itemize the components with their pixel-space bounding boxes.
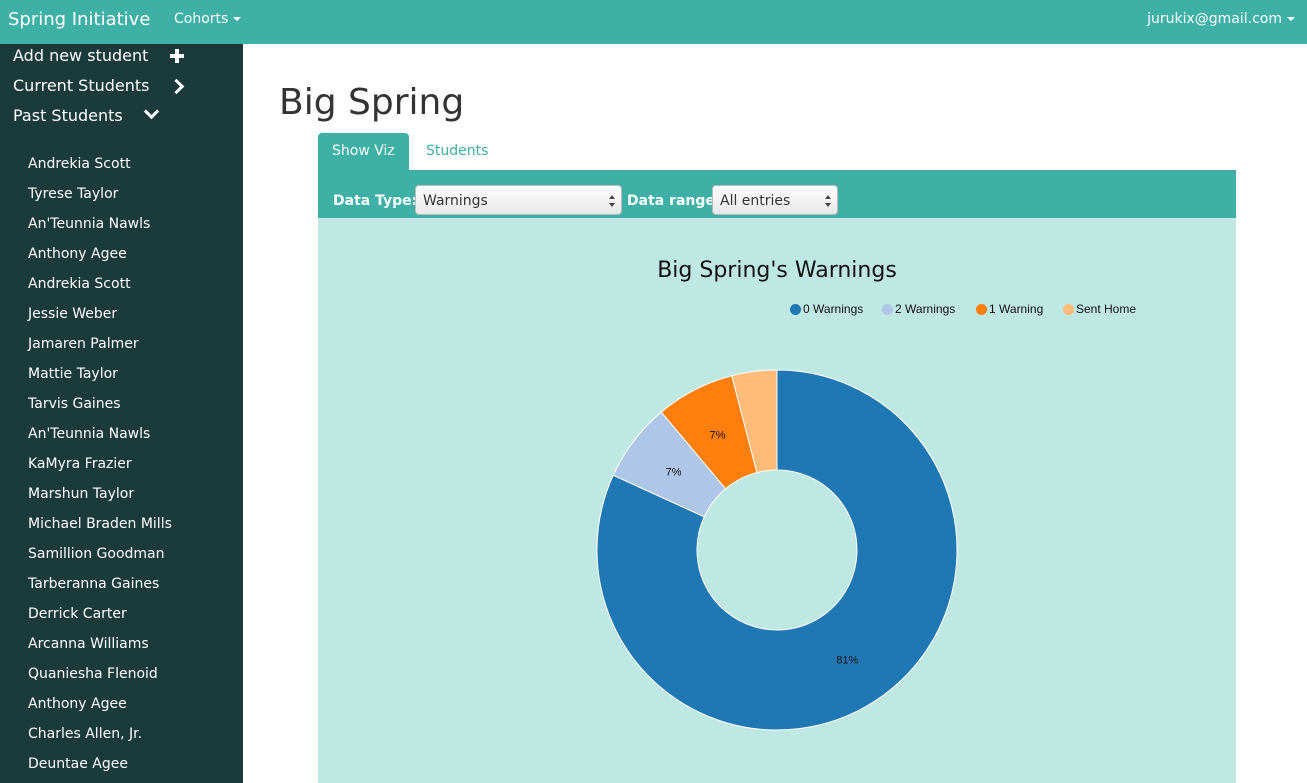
page-title: Big Spring xyxy=(279,82,465,123)
student-list-item[interactable]: Michael Braden Mills xyxy=(28,509,172,539)
student-list-item[interactable]: Anthony Agee xyxy=(28,689,172,719)
tab-students[interactable]: Students xyxy=(412,133,502,170)
student-list-item[interactable]: An'Teunnia Nawls xyxy=(28,209,172,239)
caret-down-icon xyxy=(1287,17,1295,21)
student-list-item[interactable]: Tyrese Taylor xyxy=(28,179,172,209)
student-list-item[interactable]: KaMyra Frazier xyxy=(28,449,172,479)
caret-down-icon xyxy=(233,17,242,21)
student-list-item[interactable]: Quaniesha Flenoid xyxy=(28,659,172,689)
past-students-link[interactable]: Past Students xyxy=(13,106,123,125)
chevron-right-icon[interactable] xyxy=(168,78,185,95)
student-list-item[interactable]: Andrekia Scott xyxy=(28,269,172,299)
chevron-down-icon[interactable] xyxy=(143,103,160,122)
user-email: jurukix@gmail.com xyxy=(1147,11,1282,27)
data-range-select[interactable]: All entries xyxy=(712,185,838,215)
cohorts-label: Cohorts xyxy=(174,11,229,27)
data-type-select[interactable]: Warnings xyxy=(415,185,622,215)
donut-chart: 81% 7% 7% xyxy=(596,369,958,731)
cohorts-dropdown[interactable]: Cohorts xyxy=(174,11,242,27)
student-list-item[interactable]: Jessie Weber xyxy=(28,299,172,329)
student-list-item[interactable]: Derrick Carter xyxy=(28,599,172,629)
student-list-item[interactable]: Charles Allen, Jr. xyxy=(28,719,172,749)
add-new-student-link[interactable]: Add new student xyxy=(13,46,148,65)
student-list-item[interactable]: Anthony Agee xyxy=(28,239,172,269)
sidebar: Add new student Current Students Past St… xyxy=(0,44,243,783)
data-range-value: All entries xyxy=(720,193,791,209)
viz-panel: Big Spring's Warnings 0 Warnings 2 Warnin… xyxy=(318,218,1236,783)
student-list-item[interactable]: Jamaren Palmer xyxy=(28,329,172,359)
student-list-item[interactable]: Arcanna Williams xyxy=(28,629,172,659)
student-list-item[interactable]: Samillion Goodman xyxy=(28,539,172,569)
student-list-item[interactable]: Marshun Taylor xyxy=(28,479,172,509)
student-list-item[interactable]: Mattie Taylor xyxy=(28,359,172,389)
select-arrows-icon xyxy=(825,195,832,207)
viz-controls: Data Type: Warnings Data range All entri… xyxy=(318,170,1236,218)
student-list-item[interactable]: Tarvis Gaines xyxy=(28,389,172,419)
slice-percent-label: 81% xyxy=(836,654,858,666)
slice-percent-label: 7% xyxy=(666,466,682,478)
student-list-item[interactable]: Deuntae Agee xyxy=(28,749,172,779)
student-list-item[interactable]: Andrekia Scott xyxy=(28,149,172,179)
data-range-label: Data range xyxy=(627,193,715,209)
data-type-value: Warnings xyxy=(423,193,488,209)
brand-link[interactable]: Spring Initiative xyxy=(8,9,150,30)
plus-icon[interactable] xyxy=(169,48,185,64)
user-dropdown[interactable]: jurukix@gmail.com xyxy=(1147,11,1295,27)
data-type-label: Data Type: xyxy=(333,193,418,209)
top-navbar: Spring Initiative Cohorts jurukix@gmail.… xyxy=(0,0,1307,44)
tab-show-viz[interactable]: Show Viz xyxy=(318,133,409,170)
current-students-link[interactable]: Current Students xyxy=(13,76,150,95)
student-list-item[interactable]: Tarberanna Gaines xyxy=(28,569,172,599)
slice-percent-label: 7% xyxy=(709,429,725,441)
student-list-item[interactable]: An'Teunnia Nawls xyxy=(28,419,172,449)
select-arrows-icon xyxy=(609,195,616,207)
student-list: Andrekia Scott Tyrese Taylor An'Teunnia Na… xyxy=(28,149,172,779)
